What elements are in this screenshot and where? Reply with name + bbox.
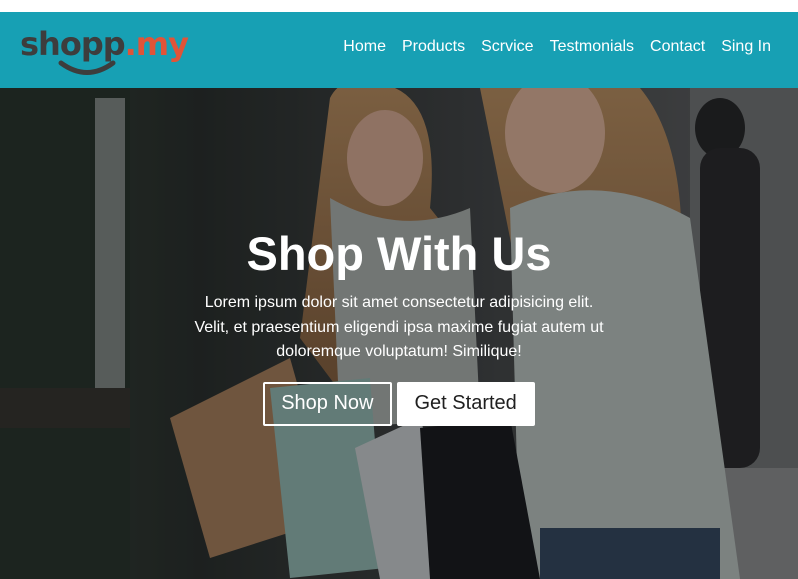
nav-products[interactable]: Products — [402, 38, 465, 56]
hero-description: Lorem ipsum dolor sit amet consectetur a… — [194, 294, 604, 360]
nav-service[interactable]: Scrvice — [481, 38, 533, 56]
smile-icon — [58, 60, 116, 75]
nav-sign-in[interactable]: Sing In — [721, 38, 771, 56]
nav-testimonials[interactable]: Testmonials — [550, 38, 634, 56]
logo-accent-text: .my — [124, 25, 189, 63]
logo[interactable]: shopp.my — [20, 26, 190, 80]
navbar: shopp.my Home Products Scrvice Testmonia… — [0, 12, 798, 88]
hero-title: Shop With Us — [246, 227, 552, 280]
hero-content: Shop With Us Lorem ipsum dolor sit amet … — [0, 226, 798, 426]
nav-contact[interactable]: Contact — [650, 38, 705, 56]
page: shopp.my Home Products Scrvice Testmonia… — [0, 0, 798, 579]
hero-section: Shop With Us Lorem ipsum dolor sit amet … — [0, 88, 798, 579]
nav-home[interactable]: Home — [343, 38, 386, 56]
main-nav: Home Products Scrvice Testmonials Contac… — [343, 38, 771, 56]
shop-now-button[interactable]: Shop Now — [263, 381, 392, 426]
hero-buttons: Shop Now Get Started — [0, 381, 798, 426]
top-strip — [0, 0, 798, 12]
get-started-button[interactable]: Get Started — [396, 381, 535, 426]
logo-text: shopp.my — [20, 25, 189, 63]
logo-main-text: shopp — [20, 25, 126, 63]
